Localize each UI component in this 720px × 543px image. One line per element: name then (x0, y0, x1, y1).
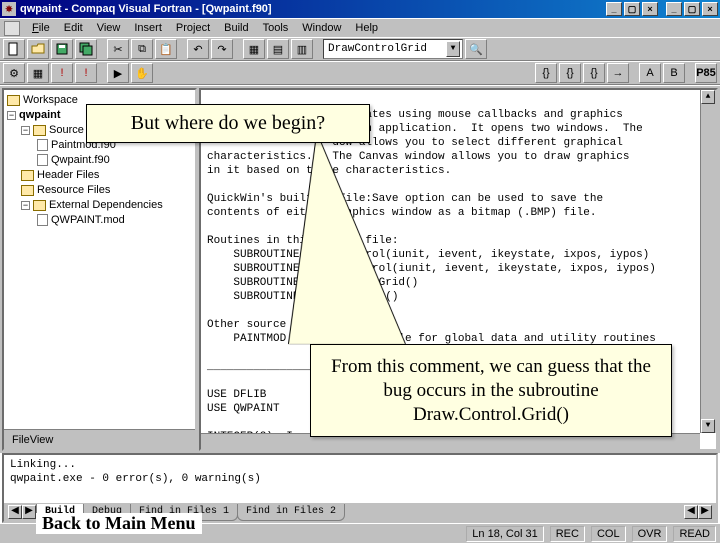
project-node[interactable]: qwpaint (19, 109, 61, 121)
file-icon (37, 139, 48, 151)
callout-answer: From this comment, we can guess that the… (310, 344, 672, 437)
menu-project[interactable]: Project (170, 20, 216, 36)
open-button[interactable] (27, 39, 49, 59)
breakpoint-button[interactable]: ✋ (131, 63, 153, 83)
app-icon: ✵ (2, 2, 16, 16)
mdi-maximize-button[interactable]: ▢ (684, 2, 700, 16)
menubar: File Edit View Insert Project Build Tool… (0, 18, 720, 37)
cut-button[interactable]: ✂ (107, 39, 129, 59)
tab-find2[interactable]: Find in Files 2 (237, 504, 345, 521)
find-combo[interactable]: DrawControlGrid ▼ (323, 39, 463, 59)
product-name: Compaq Visual Fortran - (71, 3, 202, 15)
folder-icon (33, 125, 46, 136)
callout-question: But where do we begin? (86, 104, 370, 143)
window-list-button[interactable]: ▥ (291, 39, 313, 59)
out-scroll-right-icon[interactable]: ▶ (698, 505, 712, 519)
status-read: READ (673, 526, 716, 542)
menu-build[interactable]: Build (218, 20, 254, 36)
tool-a-button[interactable]: A (639, 63, 661, 83)
file-qwpaint-mod[interactable]: QWPAINT.mod (51, 214, 125, 226)
mdi-close-button[interactable]: × (702, 2, 718, 16)
tab-prev-icon[interactable]: ◀ (8, 505, 22, 519)
header-files-folder[interactable]: Header Files (37, 169, 99, 181)
execute-button[interactable]: ! (75, 63, 97, 83)
toolbar-standard: ✂ ⧉ 📋 ↶ ↷ ▦ ▤ ▥ DrawControlGrid ▼ 🔍 (0, 37, 720, 61)
callout-tail (289, 134, 427, 344)
scroll-down-icon[interactable]: ▼ (701, 419, 715, 433)
menu-window[interactable]: Window (296, 20, 347, 36)
file-qwpaint[interactable]: Qwpaint.f90 (51, 154, 110, 166)
file-icon (37, 214, 48, 226)
step-out-button[interactable]: {} (583, 63, 605, 83)
collapse-icon[interactable]: − (21, 201, 30, 210)
code-line: SUBROUTINE CanvasControl(iunit, ievent, … (207, 263, 656, 275)
resource-files-folder[interactable]: Resource Files (37, 184, 110, 196)
menu-view[interactable]: View (91, 20, 127, 36)
vertical-scrollbar[interactable]: ▲ ▼ (700, 90, 716, 433)
app-name: qwpaint - (20, 3, 71, 15)
fileview-label: FileView (12, 434, 53, 446)
status-rec: REC (550, 526, 585, 542)
go-button[interactable]: ▶ (107, 63, 129, 83)
status-ovr: OVR (632, 526, 668, 542)
output-button[interactable]: ▤ (267, 39, 289, 59)
output-line: qwpaint.exe - 0 error(s), 0 warning(s) (10, 472, 710, 486)
output-line: Linking... (10, 458, 710, 472)
folder-icon (33, 200, 46, 211)
undo-button[interactable]: ↶ (187, 39, 209, 59)
code-line: SUBROUTINE BrushControl(iunit, ievent, i… (207, 249, 649, 261)
save-button[interactable] (51, 39, 73, 59)
run-to-cursor-button[interactable]: → (607, 63, 629, 83)
menu-insert[interactable]: Insert (128, 20, 168, 36)
file-icon (37, 154, 48, 166)
menu-file[interactable]: File (26, 20, 56, 36)
workspace-icon (7, 95, 20, 106)
status-col: COL (591, 526, 626, 542)
find-button[interactable]: 🔍 (465, 39, 487, 59)
window-title: qwpaint - Compaq Visual Fortran - [Qwpai… (20, 3, 606, 15)
close-button[interactable]: × (642, 2, 658, 16)
toolbar-build: ⚙ ▦ ! ! ▶ ✋ {} {} {} → A B P85 (0, 61, 720, 85)
folder-icon (21, 185, 34, 196)
compile-button[interactable]: ⚙ (3, 63, 25, 83)
scroll-up-icon[interactable]: ▲ (701, 90, 715, 104)
menu-edit[interactable]: Edit (58, 20, 89, 36)
menu-tools[interactable]: Tools (257, 20, 295, 36)
mdi-doc-icon (4, 21, 20, 36)
save-all-button[interactable] (75, 39, 97, 59)
redo-button[interactable]: ↷ (211, 39, 233, 59)
tool-b-button[interactable]: B (663, 63, 685, 83)
tab-next-icon[interactable]: ▶ (22, 505, 36, 519)
back-to-main-link[interactable]: Back to Main Menu (36, 513, 202, 534)
minimize-button[interactable]: _ (606, 2, 622, 16)
code-line: USE QWPAINT (207, 403, 280, 415)
fileview-tab[interactable]: FileView (4, 429, 195, 449)
paste-button[interactable]: 📋 (155, 39, 177, 59)
workspace-label: Workspace (23, 94, 78, 106)
copy-button[interactable]: ⧉ (131, 39, 153, 59)
mdi-minimize-button[interactable]: _ (666, 2, 682, 16)
step-into-button[interactable]: {} (535, 63, 557, 83)
maximize-button[interactable]: ▢ (624, 2, 640, 16)
out-scroll-left-icon[interactable]: ◀ (684, 505, 698, 519)
window-titlebar: ✵ qwpaint - Compaq Visual Fortran - [Qwp… (0, 0, 720, 18)
find-combo-text: DrawControlGrid (328, 43, 427, 55)
collapse-icon[interactable]: − (7, 111, 16, 120)
stop-build-button[interactable]: ! (51, 63, 73, 83)
step-over-button[interactable]: {} (559, 63, 581, 83)
document-name: [Qwpaint.f90] (202, 3, 272, 15)
external-deps-folder[interactable]: External Dependencies (49, 199, 163, 211)
menu-help[interactable]: Help (349, 20, 384, 36)
chevron-down-icon[interactable]: ▼ (446, 41, 460, 57)
cursor-position: Ln 18, Col 31 (466, 526, 543, 542)
workspace-button[interactable]: ▦ (243, 39, 265, 59)
folder-icon (21, 170, 34, 181)
profile-button[interactable]: P85 (695, 63, 717, 83)
collapse-icon[interactable]: − (21, 126, 30, 135)
code-line: USE DFLIB (207, 389, 266, 401)
new-button[interactable] (3, 39, 25, 59)
build-button[interactable]: ▦ (27, 63, 49, 83)
